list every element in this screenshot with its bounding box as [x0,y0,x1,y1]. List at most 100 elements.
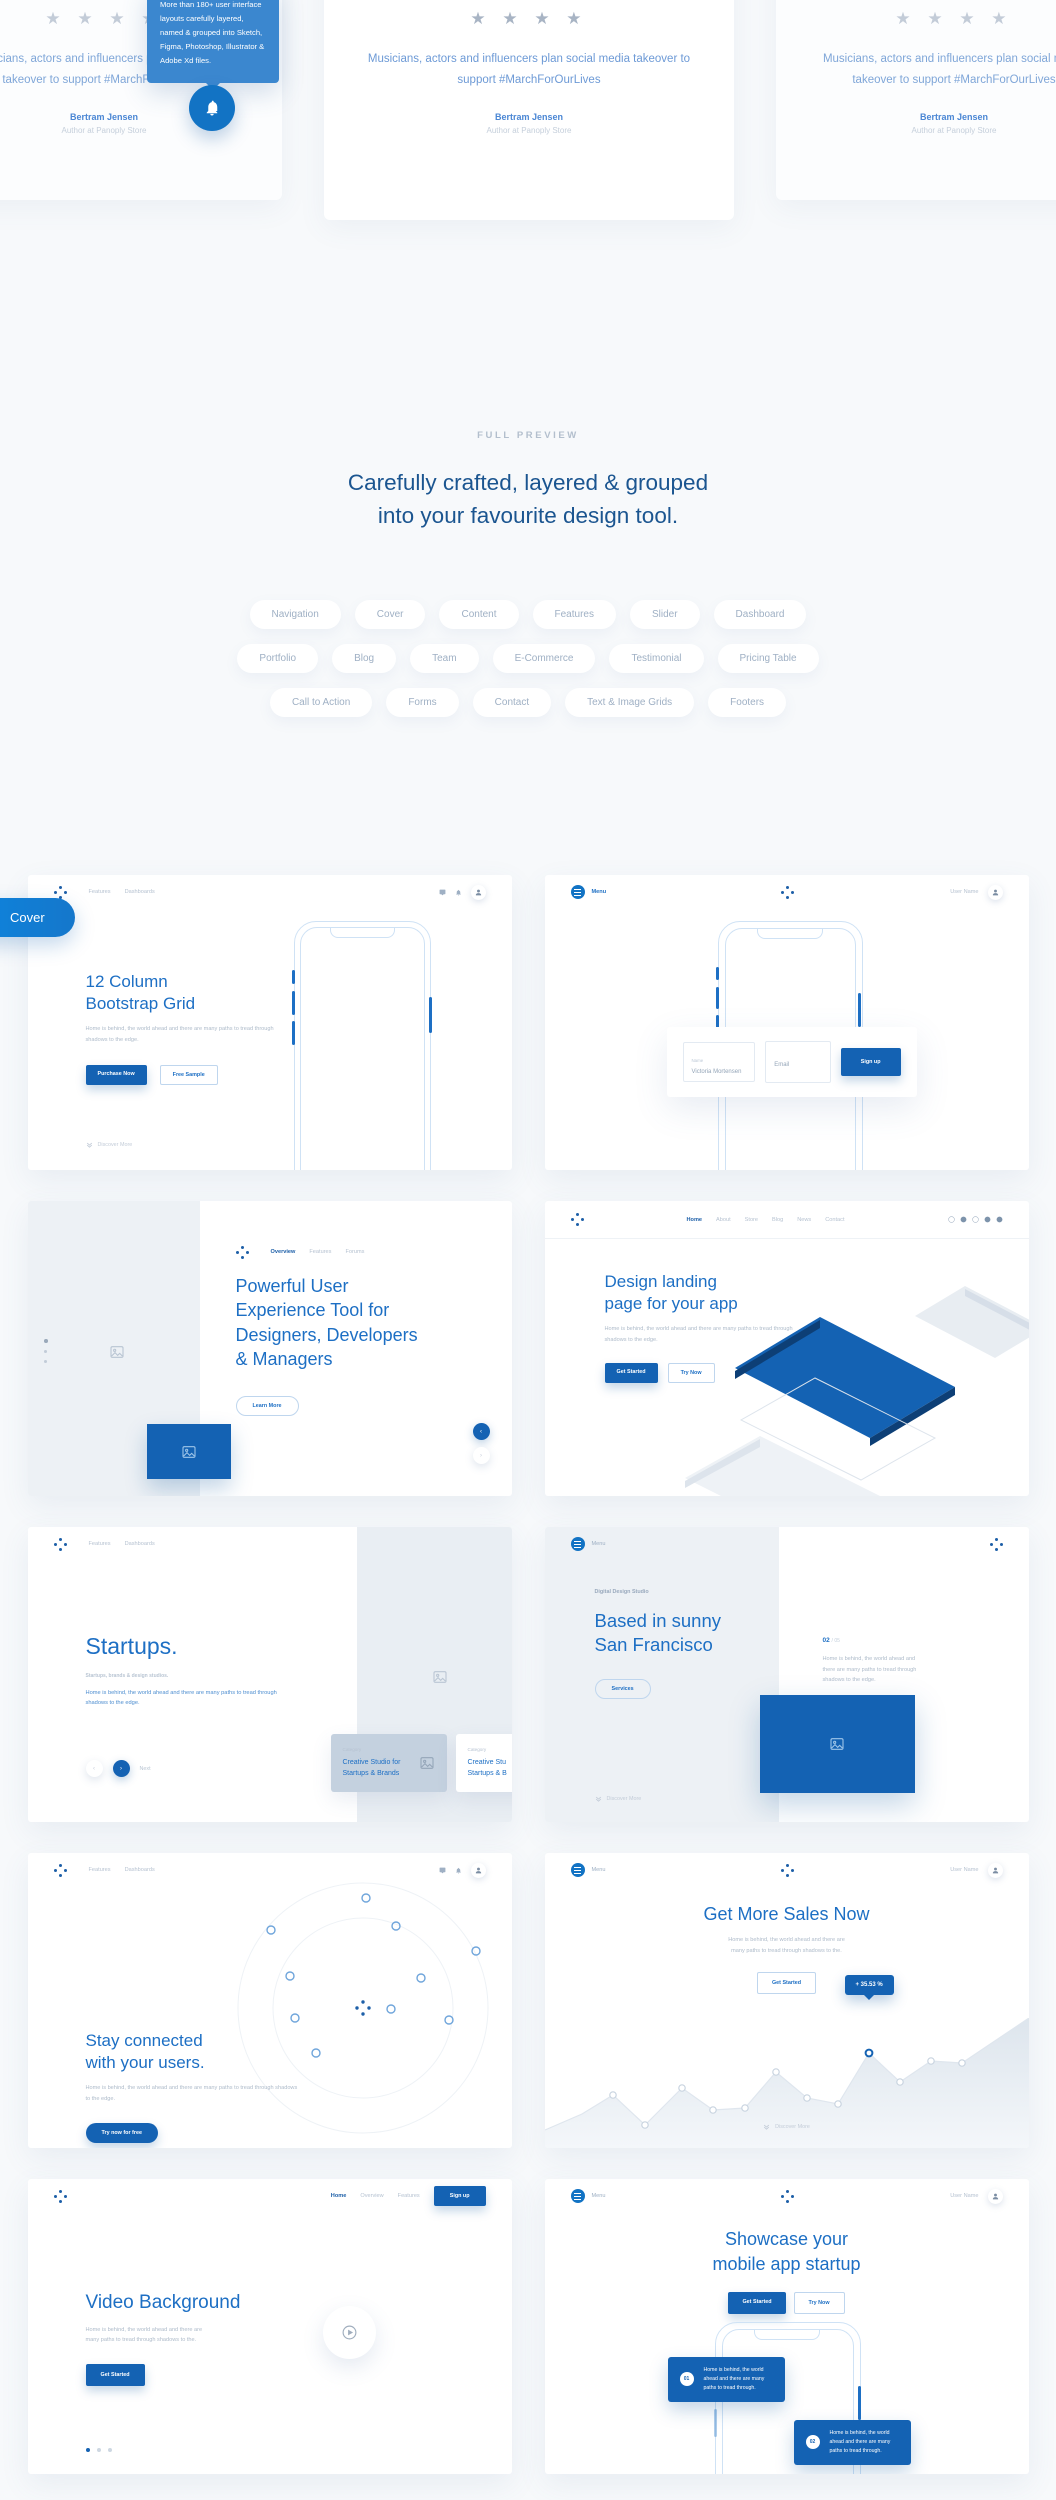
preview-card-stay-connected[interactable]: Features Dashboards Stay connected with … [27,1853,512,2148]
services-button[interactable]: Services [594,1679,651,1700]
tag-testimonial[interactable]: Testimonial [609,644,704,673]
nav-item-features[interactable]: Features [398,2193,420,2199]
carousel-next-button[interactable]: › [112,1760,130,1777]
tag-cover[interactable]: Cover [354,600,426,629]
tag-footers[interactable]: Footers [708,688,787,717]
info-icon[interactable] [996,1216,1003,1223]
try-now-button[interactable]: Try Now [793,2291,845,2314]
tag-portfolio[interactable]: Portfolio [237,644,319,673]
nav-item-dashboards[interactable]: Dashboards [125,889,155,895]
nav-item-dashboards[interactable]: Dashboards [125,1541,155,1547]
social-circle-icon[interactable] [971,1216,979,1223]
nav-item-features[interactable]: Features [89,889,111,895]
learn-more-button[interactable]: Learn More [235,1395,299,1416]
try-now-free-button[interactable]: Try now for free [85,2122,158,2143]
tag-blog[interactable]: Blog [332,644,397,673]
menu-label[interactable]: Menu [592,1541,606,1547]
tag-navigation[interactable]: Navigation [249,600,341,629]
nav-item-features[interactable]: Features [89,1867,111,1873]
preview-card-ux-tool[interactable]: Overview Features Forums Powerful User E… [27,1201,512,1496]
tag-slider[interactable]: Slider [629,600,700,629]
nav-item-store[interactable]: Store [745,1217,758,1223]
nav-item-home[interactable]: Home [331,2193,347,2199]
card-title-line-1: Showcase your [724,2229,849,2249]
get-started-button[interactable]: Get Started [604,1362,658,1383]
project-mini-card[interactable]: Category Creative Studio for Startups & … [330,1734,447,1793]
preview-card-mobile-app-startup[interactable]: Menu User Name Showcase your mobile app … [544,2179,1029,2474]
email-field[interactable]: Email [765,1041,831,1083]
slide-dots[interactable] [85,2448,112,2452]
tag-call-to-action[interactable]: Call to Action [269,688,373,717]
facebook-icon[interactable] [960,1216,967,1223]
menu-logo-icon[interactable] [570,1863,585,1877]
avatar[interactable] [470,884,486,900]
tooltip-popover: More than 180+ user interface layouts ca… [147,0,279,84]
chat-icon[interactable] [439,889,446,896]
carousel-prev-button[interactable]: ‹ [85,1760,103,1777]
twitter-icon[interactable] [984,1216,991,1223]
chat-icon[interactable] [439,1867,446,1874]
name-field[interactable]: Name Victoria Mortensen [682,1042,756,1082]
bell-icon[interactable] [455,1867,462,1874]
get-started-button[interactable]: Get Started [728,2291,786,2314]
menu-label[interactable]: Menu [592,889,607,895]
nav-item-news[interactable]: News [797,1217,811,1223]
nav-item-home[interactable]: Home [686,1217,702,1223]
tag-text-image-grids[interactable]: Text & Image Grids [565,688,695,717]
project-mini-card[interactable]: Category Creative Stu Startups & B [455,1734,512,1793]
nav-item-forums[interactable]: Forums [345,1249,364,1255]
preview-card-san-francisco[interactable]: Menu Digital Design Studio Based in sunn… [544,1527,1029,1822]
free-sample-button[interactable]: Free Sample [159,1064,218,1085]
nav-item-features[interactable]: Features [89,1541,111,1547]
nav-item-contact[interactable]: Contact [825,1217,844,1223]
preview-card-startups[interactable]: Features Dashboards Startups. Startups, … [27,1527,512,1822]
signup-button[interactable]: Sign up [840,1048,901,1076]
bell-icon[interactable] [455,889,462,896]
nav-item-features[interactable]: Features [309,1249,331,1255]
tag-ecommerce[interactable]: E-Commerce [492,644,596,673]
callout-number: 01 [679,2372,694,2387]
tag-contact[interactable]: Contact [472,688,552,717]
social-circle-icon[interactable] [947,1216,955,1223]
menu-logo-icon[interactable] [570,1537,585,1551]
menu-logo-icon[interactable] [570,885,585,899]
tag-pricing-table[interactable]: Pricing Table [717,644,819,673]
menu-label[interactable]: Menu [592,1867,606,1873]
tag-forms[interactable]: Forms [386,688,459,717]
avatar[interactable] [987,2188,1003,2204]
star-rating-icon: ★ ★ ★ ★ [470,9,588,28]
preview-card-video-background[interactable]: Home Overview Features Sign up Video Bac… [27,2179,512,2474]
tag-features[interactable]: Features [532,600,616,629]
get-started-button[interactable]: Get Started [85,2364,145,2387]
avatar[interactable] [987,1862,1003,1878]
video-play-button[interactable] [322,2306,376,2359]
signup-button[interactable]: Sign up [433,2186,486,2206]
get-started-button[interactable]: Get Started [756,1972,817,1995]
purchase-now-button[interactable]: Purchase Now [85,1064,147,1085]
nav-item-blog[interactable]: Blog [772,1217,783,1223]
discover-more-link[interactable]: Discover More [595,1795,641,1802]
carousel-prev-button[interactable]: ‹ [472,1423,490,1440]
notification-bell-button[interactable] [189,85,235,131]
nav-item-overview[interactable]: Overview [360,2193,383,2199]
avatar[interactable] [987,884,1003,900]
card-title-line-1: Stay connected [85,2031,203,2050]
nav-item-overview[interactable]: Overview [271,1249,296,1255]
discover-more-link[interactable]: Discover More [545,2123,1029,2130]
tag-team[interactable]: Team [410,644,479,673]
preview-card-get-more-sales[interactable]: Menu User Name Get More Sales Now Home i… [544,1853,1029,2148]
tag-dashboard[interactable]: Dashboard [713,600,807,629]
menu-label[interactable]: Menu [592,2193,606,2199]
preview-card-landing-page[interactable]: Home About Store Blog News Contact Desig… [544,1201,1029,1496]
nav-item-about[interactable]: About [716,1217,731,1223]
nav-item-dashboards[interactable]: Dashboards [125,1867,155,1873]
carousel-next-button[interactable]: › [472,1447,490,1464]
tag-content[interactable]: Content [439,600,519,629]
avatar[interactable] [470,1862,486,1878]
name-field-value: Victoria Mortensen [691,1069,742,1075]
discover-more-link[interactable]: Discover More [86,1141,132,1148]
slide-dots[interactable] [43,1339,48,1363]
menu-logo-icon[interactable] [570,2189,585,2203]
preview-card-bootstrap-grid[interactable]: Features Dashboards 12 Column Bootstrap … [27,875,512,1170]
preview-card-signup-form[interactable]: Menu User Name Name Victoria Mortensen E… [544,875,1029,1170]
